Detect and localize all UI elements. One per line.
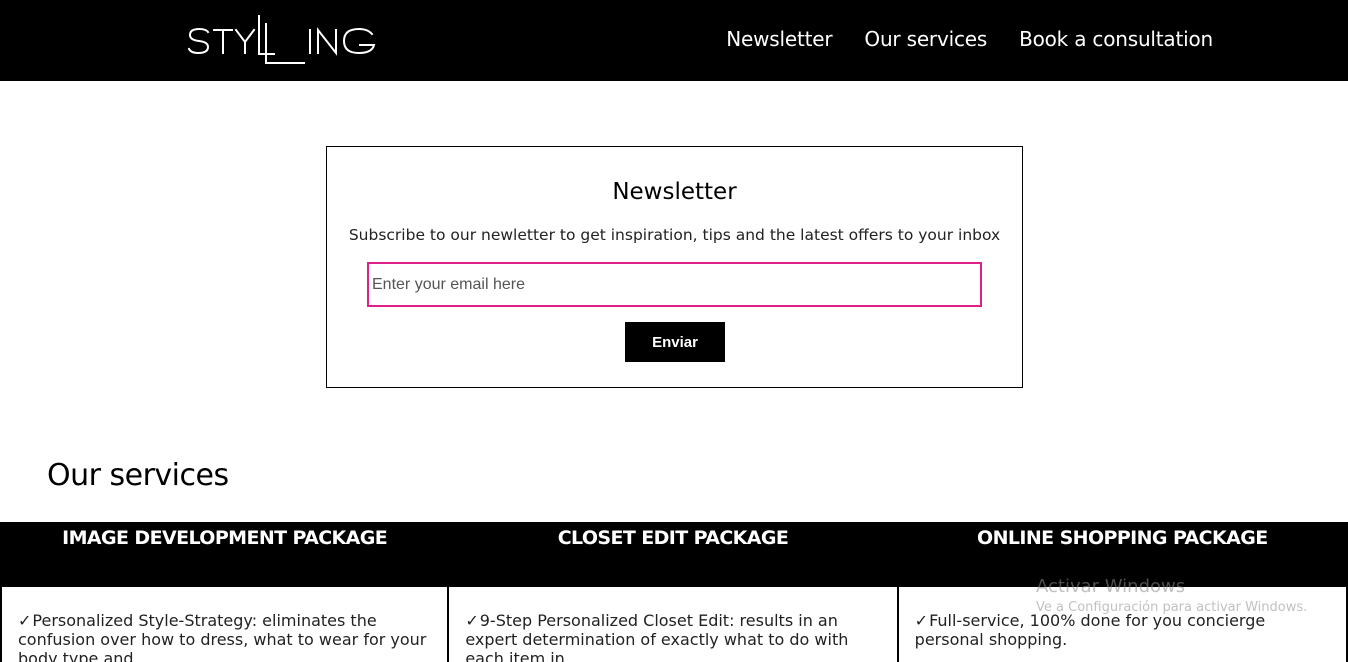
package-feature: ✓Personalized Style-Strategy: eliminates…: [2, 587, 447, 662]
feature-text: Personalized Style-Strategy: eliminates …: [18, 611, 427, 662]
newsletter-title: Newsletter: [612, 179, 737, 205]
nav-book-consultation[interactable]: Book a consultation: [1019, 26, 1213, 52]
checkmark-icon: ✓: [914, 611, 929, 630]
feature-text: Full-service, 100% done for you concierg…: [914, 611, 1266, 649]
services-grid: IMAGE DEVELOPMENT PACKAGE ✓Personalized …: [0, 522, 1348, 662]
package-title: IMAGE DEVELOPMENT PACKAGE: [2, 522, 448, 587]
newsletter-subtitle: Subscribe to our newletter to get inspir…: [348, 226, 1001, 244]
checkmark-icon: ✓: [18, 611, 32, 630]
services-heading: Our services: [47, 458, 229, 493]
service-card-online-shopping: ONLINE SHOPPING PACKAGE ✓Full-service, 1…: [898, 522, 1348, 662]
site-header: Newsletter Our services Book a consultat…: [0, 0, 1348, 81]
service-card-image-development: IMAGE DEVELOPMENT PACKAGE ✓Personalized …: [0, 522, 450, 662]
package-title: ONLINE SHOPPING PACKAGE: [898, 522, 1346, 587]
main-nav: Newsletter Our services Book a consultat…: [726, 26, 1213, 52]
email-field[interactable]: [367, 262, 982, 307]
feature-text: 9-Step Personalized Closet Edit: results…: [465, 611, 849, 662]
package-title: CLOSET EDIT PACKAGE: [449, 522, 897, 587]
submit-button[interactable]: Enviar: [625, 322, 725, 362]
package-feature: ✓9-Step Personalized Closet Edit: result…: [449, 587, 896, 662]
newsletter-form: Newsletter Subscribe to our newletter to…: [326, 146, 1023, 388]
nav-our-services[interactable]: Our services: [864, 26, 987, 52]
service-card-closet-edit: CLOSET EDIT PACKAGE ✓9-Step Personalized…: [449, 522, 899, 662]
checkmark-icon: ✓: [465, 611, 479, 630]
stylling-logo[interactable]: [186, 14, 378, 66]
package-feature: ✓Full-service, 100% done for you concier…: [899, 587, 1346, 649]
nav-newsletter[interactable]: Newsletter: [726, 26, 832, 52]
